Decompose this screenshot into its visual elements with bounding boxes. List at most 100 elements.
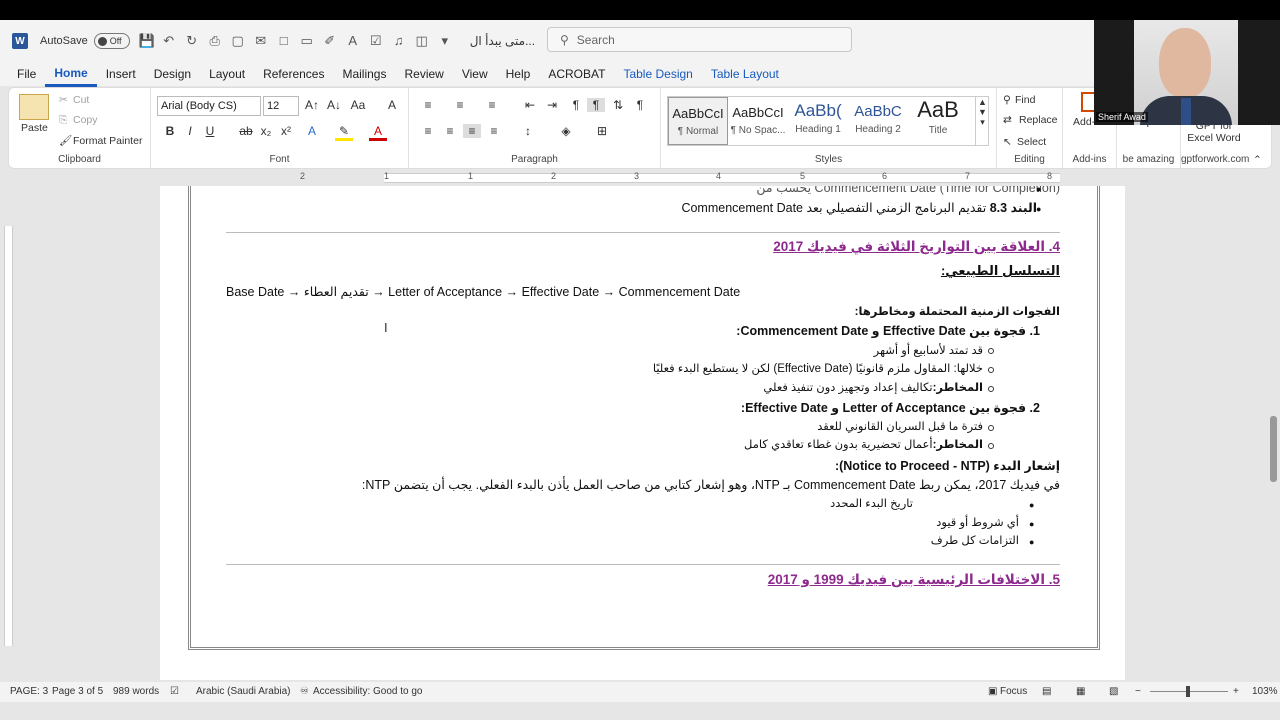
tab-layout[interactable]: Layout — [200, 63, 254, 85]
subscript-icon[interactable]: x₂ — [257, 124, 275, 138]
email-icon[interactable]: ✉ — [254, 34, 268, 48]
tab-mailings[interactable]: Mailings — [333, 63, 395, 85]
replace-icon[interactable]: ⇄ — [1003, 114, 1012, 126]
document-name[interactable]: متى يبدأ ال... — [470, 34, 535, 48]
format-painter-icon[interactable]: 🖌 — [59, 134, 72, 147]
vertical-scrollbar[interactable] — [1267, 186, 1280, 680]
change-case-icon[interactable]: Aa — [349, 98, 367, 112]
pdf-icon[interactable]: ▢ — [231, 34, 245, 48]
speak-icon[interactable]: ♫ — [392, 34, 406, 48]
redo-icon[interactable]: ↻ — [185, 34, 199, 48]
collapse-ribbon-icon[interactable]: ⌃ — [1253, 154, 1262, 166]
tab-home[interactable]: Home — [45, 62, 97, 87]
show-marks-icon[interactable]: ¶ — [631, 98, 649, 112]
styles-scroll-icon[interactable]: ▲ ▼ ▾ — [975, 97, 989, 145]
cut-icon[interactable]: ✂ — [59, 94, 68, 106]
shrink-font-icon[interactable]: A↓ — [325, 98, 343, 112]
draw-icon[interactable]: ✐ — [323, 34, 337, 48]
shading-icon[interactable]: ◈ — [557, 124, 575, 138]
style-heading-1[interactable]: AaBb(Heading 1 — [788, 97, 848, 145]
print-layout-icon[interactable]: ▦ — [1076, 686, 1085, 697]
bold-icon[interactable]: B — [161, 124, 179, 138]
numbering-icon[interactable]: ≡ — [451, 98, 469, 112]
accessibility-status[interactable]: Accessibility: Good to go — [313, 686, 423, 697]
ltr-icon[interactable]: ¶ — [567, 98, 585, 112]
style-heading-2[interactable]: AaBbC Heading 2 — [848, 97, 908, 145]
shape-icon[interactable]: ◫ — [415, 34, 429, 48]
superscript-icon[interactable]: x² — [277, 124, 295, 138]
tab-file[interactable]: File — [8, 63, 45, 85]
tab-references[interactable]: References — [254, 63, 333, 85]
select-icon[interactable]: ↖ — [1003, 136, 1012, 148]
document-page[interactable]: Commencement Date (Time for Completion) … — [160, 186, 1125, 680]
font-family-select[interactable]: Arial (Body CS) — [157, 96, 261, 116]
cut-button[interactable]: Cut — [73, 94, 89, 106]
tab-table-design[interactable]: Table Design — [614, 63, 701, 85]
style-title[interactable]: AaB Title — [908, 97, 968, 145]
style-normal[interactable]: AaBbCcI ¶ Normal — [668, 97, 728, 145]
tab-insert[interactable]: Insert — [97, 63, 145, 85]
language-indicator[interactable]: Arabic (Saudi Arabia) — [196, 686, 291, 697]
clear-format-icon[interactable]: A — [383, 98, 401, 112]
line-spacing-icon[interactable]: ↕ — [519, 124, 537, 138]
zoom-out-icon[interactable]: − — [1135, 686, 1141, 697]
autosave-toggle[interactable]: Off — [93, 33, 130, 49]
tab-table-layout[interactable]: Table Layout — [702, 63, 788, 85]
sort-icon[interactable]: ⇅ — [609, 98, 627, 112]
decrease-indent-icon[interactable]: ⇤ — [521, 98, 539, 112]
grow-font-icon[interactable]: A↑ — [303, 98, 321, 112]
web-layout-icon[interactable]: ▧ — [1109, 686, 1118, 697]
customize-qat-icon[interactable]: ▾ — [438, 34, 452, 48]
word-count[interactable]: 989 words — [113, 686, 159, 697]
align-right-icon[interactable]: ≡ — [463, 124, 481, 138]
rtl-icon[interactable]: ¶ — [587, 98, 605, 112]
open-icon[interactable]: ▭ — [300, 34, 314, 48]
align-left-icon[interactable]: ≡ — [419, 124, 437, 138]
vertical-ruler[interactable] — [0, 186, 16, 680]
focus-button[interactable]: Focus — [1000, 686, 1027, 697]
italic-icon[interactable]: I — [181, 124, 199, 138]
bullets-icon[interactable]: ≡ — [419, 98, 437, 112]
print-icon[interactable]: ⎙ — [208, 34, 222, 48]
justify-icon[interactable]: ≡ — [485, 124, 503, 138]
paste-icon[interactable] — [19, 94, 49, 120]
tab-design[interactable]: Design — [145, 63, 200, 85]
spelling-icon[interactable]: A — [346, 34, 360, 48]
page-count[interactable]: Page 3 of 5 — [52, 686, 103, 697]
highlight-icon[interactable]: ✎ — [335, 124, 353, 141]
format-painter-button[interactable]: Format Painter — [73, 135, 142, 147]
text-effects-icon[interactable]: A — [303, 124, 321, 138]
track-icon[interactable]: ☑ — [369, 34, 383, 48]
zoom-level[interactable]: 103% — [1252, 686, 1278, 697]
horizontal-ruler[interactable]: 2 1 1 2 3 4 5 6 7 8 — [0, 170, 1280, 186]
replace-button[interactable]: Replace — [1019, 114, 1058, 126]
tab-review[interactable]: Review — [395, 63, 452, 85]
proofing-icon[interactable]: ☑ — [170, 686, 179, 697]
search-box[interactable]: ⚲ Search — [547, 27, 852, 52]
new-doc-icon[interactable]: □ — [277, 34, 291, 48]
accessibility-icon[interactable]: ♾ — [300, 686, 309, 697]
increase-indent-icon[interactable]: ⇥ — [543, 98, 561, 112]
copy-icon[interactable]: ⎘ — [59, 114, 67, 127]
scrollbar-thumb[interactable] — [1270, 416, 1277, 482]
font-color-icon[interactable]: A — [369, 124, 387, 141]
undo-icon[interactable]: ↶ — [162, 34, 176, 48]
tab-view[interactable]: View — [453, 63, 497, 85]
find-button[interactable]: Find — [1015, 94, 1035, 106]
strikethrough-icon[interactable]: ab — [237, 124, 255, 138]
copy-button[interactable]: Copy — [73, 114, 98, 126]
multilevel-icon[interactable]: ≡ — [483, 98, 501, 112]
style-no-spacing[interactable]: AaBbCcI ¶ No Spac... — [728, 97, 788, 145]
tab-acrobat[interactable]: ACROBAT — [539, 63, 614, 85]
page-indicator[interactable]: PAGE: 3 — [10, 686, 48, 697]
font-size-select[interactable]: 12 — [263, 96, 299, 116]
align-center-icon[interactable]: ≡ — [441, 124, 459, 138]
tab-help[interactable]: Help — [497, 63, 540, 85]
find-icon[interactable]: ⚲ — [1003, 94, 1011, 106]
save-icon[interactable]: 💾 — [139, 34, 155, 48]
borders-icon[interactable]: ⊞ — [593, 124, 611, 138]
zoom-slider-thumb[interactable] — [1186, 686, 1190, 697]
zoom-in-icon[interactable]: + — [1233, 686, 1239, 697]
underline-icon[interactable]: U — [201, 124, 219, 138]
read-mode-icon[interactable]: ▤ — [1042, 686, 1051, 697]
